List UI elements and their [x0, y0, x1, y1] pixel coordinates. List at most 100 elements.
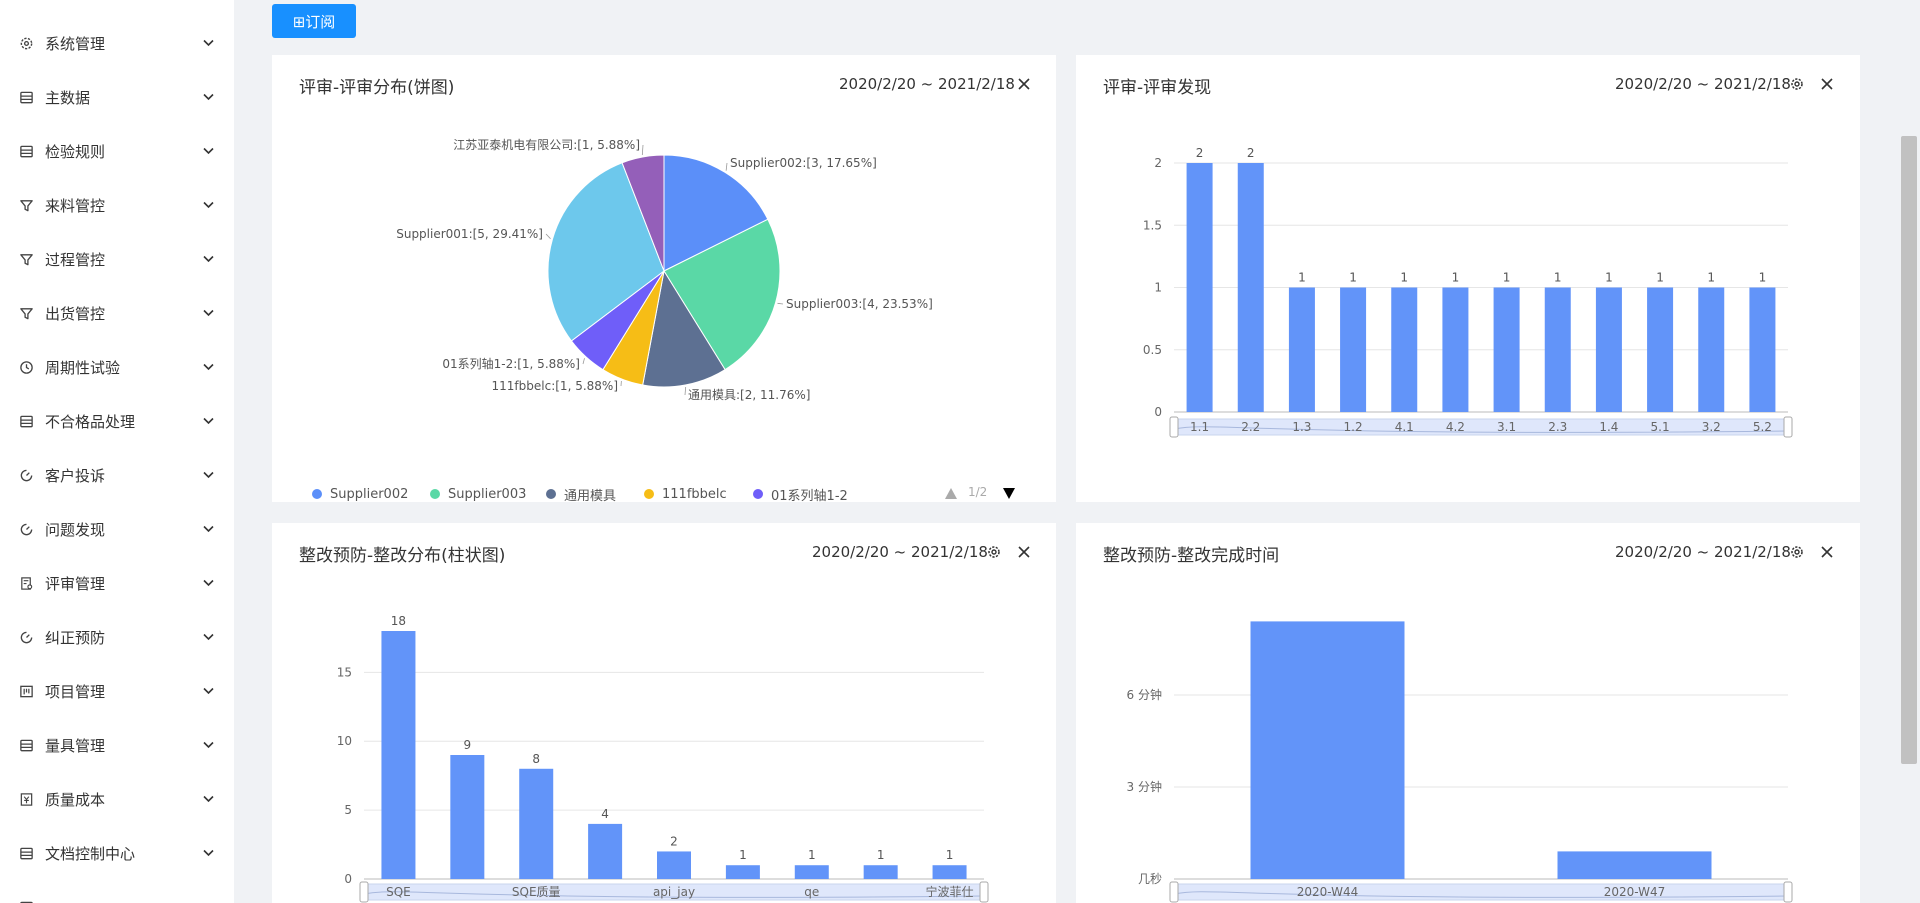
sidebar-item[interactable]: 评审管理: [0, 568, 234, 598]
chevron-down-icon[interactable]: [202, 847, 214, 859]
chevron-down-icon[interactable]: [202, 37, 214, 49]
slice-label: Supplier001:[5, 29.41%]: [396, 227, 543, 241]
chevron-down-icon[interactable]: [202, 199, 214, 211]
sidebar-item[interactable]: 文档控制中心: [0, 838, 234, 868]
bar: [1647, 287, 1674, 412]
slider-handle-right: [979, 881, 989, 903]
slider-handle-left: [1169, 416, 1179, 438]
database-icon: [18, 899, 34, 903]
x-tick-label: 4.1: [1395, 420, 1414, 434]
bar: [588, 823, 623, 879]
data-label: 1: [739, 848, 747, 862]
sidebar-item[interactable]: 质量成本: [0, 784, 234, 814]
dashboard-icon: [18, 467, 34, 483]
sidebar-item[interactable]: 不合格品处理: [0, 406, 234, 436]
chevron-down-icon[interactable]: [202, 469, 214, 481]
legend-marker: [312, 489, 322, 499]
x-tick-label: api_jay: [653, 885, 695, 899]
sidebar-item[interactable]: 系统管理: [0, 28, 234, 58]
legend-item[interactable]: 01系列轴1-2: [753, 485, 848, 504]
legend-item[interactable]: Supplier002: [312, 485, 408, 503]
chevron-down-icon[interactable]: [202, 739, 214, 751]
chevron-down-icon[interactable]: [202, 415, 214, 427]
sidebar-item-label: 评审管理: [45, 574, 106, 593]
legend-label: Supplier002: [330, 486, 409, 502]
y-tick-label: 10: [337, 734, 352, 748]
chevron-down-icon[interactable]: [202, 523, 214, 535]
data-label: 1: [1707, 271, 1715, 285]
legend-item[interactable]: 通用模具: [546, 485, 616, 504]
legend-next-icon[interactable]: [1002, 485, 1016, 499]
x-tick-label: 1.2: [1344, 420, 1363, 434]
sidebar-item-label: 周期性试验: [45, 358, 121, 377]
sidebar: 系统管理主数据检验规则来料管控过程管控出货管控周期性试验不合格品处理客户投诉问题…: [0, 0, 234, 903]
y-tick-label: 0: [1154, 405, 1162, 419]
subscribe-button[interactable]: ⊞订阅: [272, 4, 356, 38]
chevron-down-icon[interactable]: [202, 577, 214, 589]
x-tick-label: 1.4: [1599, 420, 1618, 434]
sidebar-item[interactable]: 纠正预防: [0, 622, 234, 652]
bar: [1340, 287, 1367, 412]
sidebar-item-label: 系统管理: [45, 34, 106, 53]
sidebar-item-label: 出货管控: [45, 304, 106, 323]
gear-icon: [18, 35, 34, 51]
data-label: 1: [1400, 271, 1408, 285]
sidebar-item[interactable]: 出货管控: [0, 298, 234, 328]
legend-marker: [753, 489, 763, 499]
x-tick-label: qe: [804, 885, 819, 899]
sidebar-item[interactable]: 周期性试验: [0, 352, 234, 382]
chevron-down-icon[interactable]: [202, 307, 214, 319]
sidebar-item-label: 项目管理: [45, 682, 106, 701]
chevron-down-icon[interactable]: [202, 793, 214, 805]
sidebar-item[interactable]: 客户投诉: [0, 460, 234, 490]
chevron-down-icon[interactable]: [202, 145, 214, 157]
database-icon: [18, 737, 34, 753]
pie-chart-card: 评审-评审分布(饼图) 2020/2/20 ~ 2021/2/18 Suppli…: [272, 55, 1056, 504]
y-tick-label: 1: [1154, 281, 1162, 295]
sidebar-item[interactable]: 主数据: [0, 82, 234, 112]
y-tick-label: 6 分钟: [1127, 687, 1162, 702]
legend-label: 111fbbelc: [662, 486, 727, 502]
y-tick-label: 1.5: [1143, 218, 1162, 232]
sidebar-item[interactable]: 量具管理: [0, 730, 234, 760]
sidebar-item[interactable]: 问题发现: [0, 514, 234, 544]
sidebar-item-label: 客户投诉: [45, 466, 106, 485]
range-slider: [1173, 418, 1789, 436]
sidebar-item[interactable]: 过程管控: [0, 244, 234, 274]
filter-icon: [18, 197, 34, 213]
legend-item[interactable]: Supplier003: [430, 485, 526, 503]
legend-item[interactable]: 111fbbelc: [644, 485, 727, 503]
chevron-down-icon[interactable]: [202, 91, 214, 103]
legend-prev-icon[interactable]: [944, 485, 958, 499]
x-tick-label: 5.1: [1651, 420, 1670, 434]
label-leader: [777, 302, 784, 305]
sidebar-item[interactable]: 来料管控: [0, 190, 234, 220]
bar: [1442, 287, 1469, 412]
data-label: 8: [532, 752, 540, 766]
bar: [1288, 287, 1315, 412]
data-label: 1: [1298, 271, 1306, 285]
label-leader: [545, 233, 551, 239]
bar: [657, 851, 691, 879]
chevron-down-icon[interactable]: [202, 253, 214, 265]
sidebar-item-label: 检验规则: [45, 142, 106, 161]
y-tick-label: 3 分钟: [1127, 779, 1162, 794]
sidebar-item-label: 纠正预防: [45, 628, 106, 647]
chevron-down-icon[interactable]: [202, 361, 214, 373]
slice-label: 江苏亚泰机电有限公司:[1, 5.88%]: [453, 138, 640, 152]
slider-handle-left: [1169, 881, 1179, 903]
y-tick-label: 2: [1154, 156, 1162, 170]
chevron-down-icon[interactable]: [202, 685, 214, 697]
sidebar-item[interactable]: [0, 892, 234, 903]
label-leader: [582, 358, 585, 365]
completion-time-card: 整改预防-整改完成时间 2020/2/20 ~ 2021/2/18 几秒 3 分钟…: [1076, 523, 1860, 903]
scrollbar-thumb[interactable]: [1901, 136, 1917, 764]
sidebar-item[interactable]: 项目管理: [0, 676, 234, 706]
sidebar-item[interactable]: 检验规则: [0, 136, 234, 166]
project-icon: [18, 683, 34, 699]
data-label: 1: [1759, 271, 1767, 285]
sidebar-item-label: 文档控制中心: [45, 844, 136, 863]
sidebar-item-label: 来料管控: [45, 196, 106, 215]
chevron-down-icon[interactable]: [202, 631, 214, 643]
y-tick-label: 0.5: [1143, 343, 1162, 357]
